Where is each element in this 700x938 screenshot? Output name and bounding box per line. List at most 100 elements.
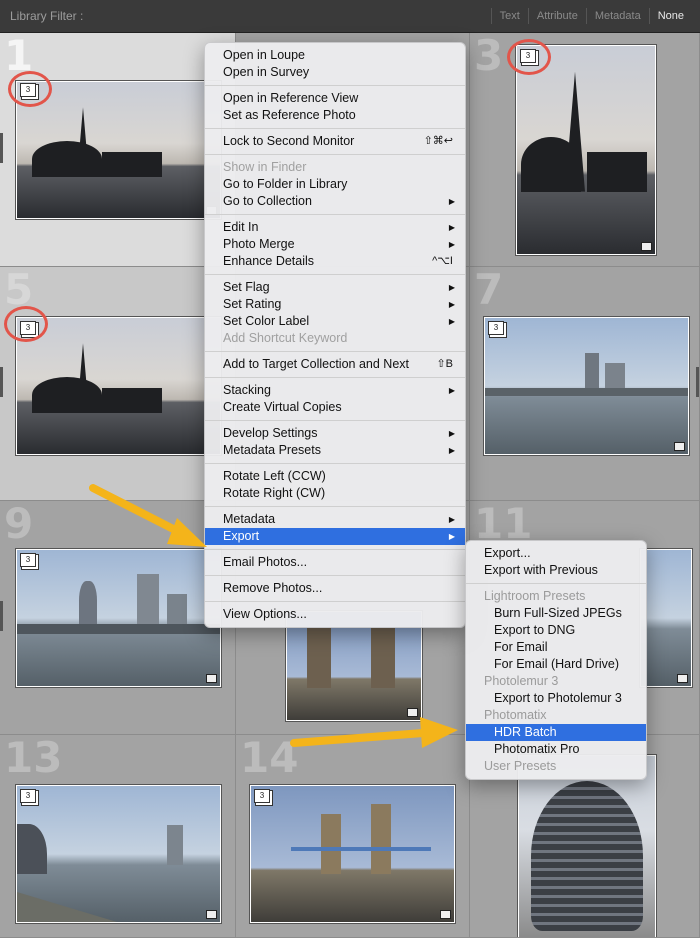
photo-thumbnail[interactable]: [518, 755, 656, 937]
scroll-handle[interactable]: [0, 367, 3, 397]
grid-cell[interactable]: 3 3: [470, 33, 700, 267]
menu-separator: [205, 128, 465, 129]
filter-option-text[interactable]: Text: [490, 8, 528, 24]
menu-item-label: Photo Merge: [223, 237, 295, 251]
submenu-arrow-icon: ▶: [448, 515, 455, 524]
cell-index: 3: [474, 33, 504, 80]
menu-item-add-to-target-collection[interactable]: Add to Target Collection and Next ⇧B: [205, 356, 465, 373]
photo-thumbnail[interactable]: [516, 45, 656, 255]
submenu-item-hdr-batch[interactable]: HDR Batch: [466, 724, 646, 741]
menu-item-label: Metadata: [223, 512, 276, 526]
stack-icon[interactable]: [440, 910, 451, 919]
menu-item-remove-photos[interactable]: Remove Photos...: [205, 580, 465, 597]
filter-option-metadata[interactable]: Metadata: [585, 8, 649, 24]
menu-item-open-in-reference-view[interactable]: Open in Reference View: [205, 90, 465, 107]
submenu-item-for-email-hard-drive[interactable]: For Email (Hard Drive): [466, 656, 646, 673]
menu-item-metadata-presets[interactable]: Metadata Presets ▶: [205, 442, 465, 459]
grid-cell[interactable]: 14 3: [236, 735, 470, 938]
scroll-handle[interactable]: [696, 367, 699, 397]
submenu-arrow-icon: ▶: [448, 446, 455, 455]
photo-image: [251, 786, 454, 922]
submenu-arrow-icon: ▶: [448, 283, 455, 292]
menu-item-rotate-left[interactable]: Rotate Left (CCW): [205, 468, 465, 485]
library-filter-bar: Library Filter : Text Attribute Metadata…: [0, 0, 700, 33]
stack-icon[interactable]: [641, 242, 652, 251]
stack-icon[interactable]: [206, 674, 217, 683]
shortcut-label: ⇧⌘↩: [423, 135, 453, 147]
submenu-item-photomatix-pro[interactable]: Photomatix Pro: [466, 741, 646, 758]
photo-thumbnail[interactable]: [16, 81, 221, 219]
photo-thumbnail[interactable]: [484, 317, 689, 455]
stack-icon[interactable]: [677, 674, 688, 683]
submenu-item-for-email[interactable]: For Email: [466, 639, 646, 656]
stack-icon[interactable]: [206, 910, 217, 919]
grid-cell[interactable]: 1 3: [0, 33, 236, 267]
shortcut-label: ⇧B: [436, 358, 453, 370]
photo-thumbnail[interactable]: [16, 549, 221, 687]
submenu-item-burn-jpegs[interactable]: Burn Full-Sized JPEGs: [466, 605, 646, 622]
annotation-circle: [8, 71, 52, 107]
menu-item-go-to-folder[interactable]: Go to Folder in Library: [205, 176, 465, 193]
photo-thumbnail[interactable]: [250, 785, 455, 923]
photo-thumbnail[interactable]: [640, 549, 692, 687]
filter-option-attribute[interactable]: Attribute: [527, 8, 586, 24]
menu-item-open-in-loupe[interactable]: Open in Loupe: [205, 47, 465, 64]
menu-item-create-virtual-copies[interactable]: Create Virtual Copies: [205, 399, 465, 416]
menu-item-view-options[interactable]: View Options...: [205, 606, 465, 623]
submenu-header-photomatix: Photomatix: [484, 708, 547, 722]
cell-index: 7: [474, 267, 504, 314]
filter-option-none[interactable]: None: [648, 8, 692, 24]
submenu-item-export-to-photolemur[interactable]: Export to Photolemur 3: [466, 690, 646, 707]
menu-item-export[interactable]: Export ▶: [205, 528, 465, 545]
menu-item-open-in-survey[interactable]: Open in Survey: [205, 64, 465, 81]
menu-item-label: Add to Target Collection and Next: [223, 357, 409, 371]
menu-item-set-as-reference-photo[interactable]: Set as Reference Photo: [205, 107, 465, 124]
submenu-item-export-to-dng[interactable]: Export to DNG: [466, 622, 646, 639]
menu-item-stacking[interactable]: Stacking ▶: [205, 382, 465, 399]
submenu-item-export[interactable]: Export...: [466, 545, 646, 562]
menu-item-edit-in[interactable]: Edit In ▶: [205, 219, 465, 236]
menu-item-go-to-collection[interactable]: Go to Collection ▶: [205, 193, 465, 210]
submenu-header-photolemur: Photolemur 3: [484, 674, 559, 688]
grid-cell[interactable]: 7 3: [470, 267, 700, 501]
scroll-handle[interactable]: [0, 601, 3, 631]
photo-thumbnail[interactable]: [16, 317, 221, 455]
submenu-header-lightroom-presets: Lightroom Presets: [484, 589, 586, 603]
grid-cell[interactable]: 13 3: [0, 735, 236, 938]
menu-item-set-rating[interactable]: Set Rating ▶: [205, 296, 465, 313]
menu-separator: [205, 85, 465, 86]
menu-item-rotate-right[interactable]: Rotate Right (CW): [205, 485, 465, 502]
photo-image: [17, 318, 220, 454]
menu-separator: [205, 506, 465, 507]
menu-separator: [205, 154, 465, 155]
stack-count-badge[interactable]: 3: [254, 789, 270, 803]
context-menu: Open in Loupe Open in Survey Open in Ref…: [204, 42, 466, 628]
stack-icon[interactable]: [674, 442, 685, 451]
menu-item-email-photos[interactable]: Email Photos...: [205, 554, 465, 571]
menu-item-lock-to-second-monitor[interactable]: Lock to Second Monitor ⇧⌘↩: [205, 133, 465, 150]
grid-cell[interactable]: 5 3: [0, 267, 236, 501]
menu-item-set-color-label[interactable]: Set Color Label ▶: [205, 313, 465, 330]
photo-thumbnail[interactable]: [16, 785, 221, 923]
menu-separator: [466, 583, 646, 584]
menu-separator: [205, 420, 465, 421]
photo-image: [485, 318, 688, 454]
menu-item-metadata[interactable]: Metadata ▶: [205, 511, 465, 528]
menu-item-label: Metadata Presets: [223, 443, 321, 457]
submenu-item-export-with-previous[interactable]: Export with Previous: [466, 562, 646, 579]
cell-index: 13: [4, 735, 63, 782]
menu-item-label: Lock to Second Monitor: [223, 134, 355, 148]
scroll-handle[interactable]: [0, 133, 3, 163]
menu-item-label: Enhance Details: [223, 254, 315, 268]
menu-item-develop-settings[interactable]: Develop Settings ▶: [205, 425, 465, 442]
menu-item-set-flag[interactable]: Set Flag ▶: [205, 279, 465, 296]
photo-image: [17, 786, 220, 922]
menu-item-photo-merge[interactable]: Photo Merge ▶: [205, 236, 465, 253]
stack-count-badge[interactable]: 3: [20, 789, 36, 803]
stack-count-badge[interactable]: 3: [20, 553, 36, 567]
stack-count-badge[interactable]: 3: [488, 321, 504, 335]
menu-item-label: Go to Collection: [223, 194, 312, 208]
menu-item-label: Edit In: [223, 220, 259, 234]
menu-item-enhance-details[interactable]: Enhance Details ^⌥I: [205, 253, 465, 270]
annotation-arrow-icon: [290, 717, 458, 748]
